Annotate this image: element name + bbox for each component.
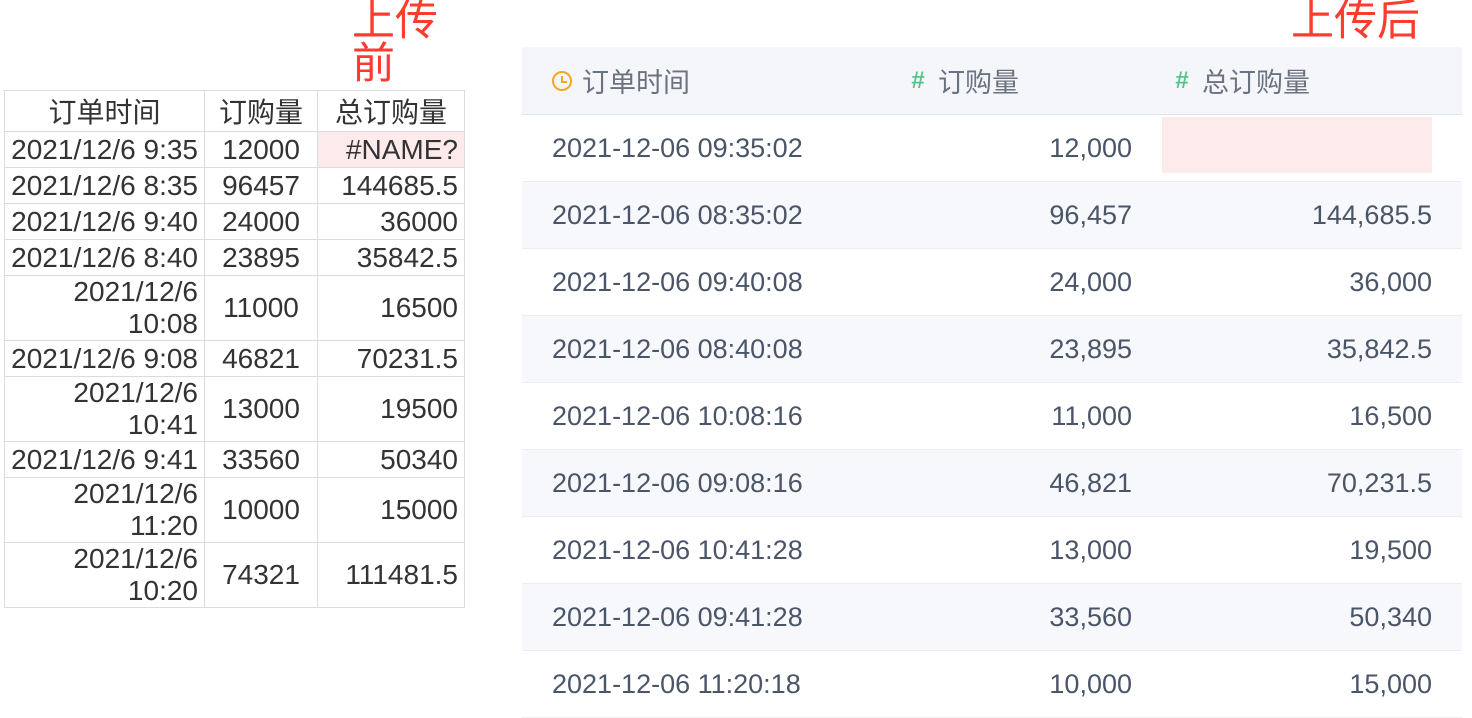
cell-time[interactable]: 2021-12-06 08:35:02	[522, 200, 898, 231]
data-table-header: 订单时间 # 订购量 # 总订购量	[522, 47, 1462, 115]
cell-total[interactable]: 15,000	[1162, 669, 1462, 700]
cell-total[interactable]: 50340	[318, 442, 465, 478]
clock-icon	[552, 71, 572, 91]
cell-qty[interactable]: 12000	[205, 132, 318, 168]
cell-time[interactable]: 2021/12/6 10:20	[5, 543, 205, 608]
table-row: 2021/12/6 9:402400036000	[5, 204, 465, 240]
cell-qty[interactable]: 23,895	[898, 334, 1162, 365]
table-row: 2021/12/6 9:3512000#NAME?	[5, 132, 465, 168]
dt-header-qty-label: 订购量	[938, 61, 1019, 100]
cell-total[interactable]: 36,000	[1162, 267, 1462, 298]
sheet-header-total[interactable]: 总订购量	[318, 91, 465, 132]
sheet-header-time[interactable]: 订单时间	[5, 91, 205, 132]
dt-header-time-label: 订单时间	[582, 61, 690, 100]
cell-qty[interactable]: 96457	[205, 168, 318, 204]
dt-header-total-label: 总订购量	[1202, 61, 1310, 100]
cell-total[interactable]: 35,842.5	[1162, 334, 1462, 365]
cell-total[interactable]: 50,340	[1162, 602, 1462, 633]
cell-qty[interactable]: 13000	[205, 377, 318, 442]
cell-total[interactable]: 144,685.5	[1162, 200, 1462, 231]
cell-qty[interactable]: 23895	[205, 240, 318, 276]
cell-total[interactable]: 111481.5	[318, 543, 465, 608]
cell-time[interactable]: 2021-12-06 08:40:08	[522, 334, 898, 365]
spreadsheet-grid: 订单时间 订购量 总订购量 2021/12/6 9:3512000#NAME?2…	[4, 90, 465, 608]
cell-qty[interactable]: 33560	[205, 442, 318, 478]
cell-qty[interactable]: 46,821	[898, 468, 1162, 499]
after-upload-pane: 上传后 订单时间 # 订购量 # 总订购量 2021-12-06 09:35:0…	[470, 0, 1472, 699]
cell-total[interactable]: 19500	[318, 377, 465, 442]
cell-total[interactable]: 36000	[318, 204, 465, 240]
table-row: 2021/12/6 9:413356050340	[5, 442, 465, 478]
cell-qty[interactable]: 96,457	[898, 200, 1162, 231]
cell-time[interactable]: 2021-12-06 09:35:02	[522, 133, 898, 164]
cell-total[interactable]	[1162, 117, 1462, 180]
table-row: 2021-12-06 09:08:1646,82170,231.5	[522, 450, 1462, 517]
table-row: 2021-12-06 09:40:0824,00036,000	[522, 249, 1462, 316]
cell-time[interactable]: 2021/12/6 8:40	[5, 240, 205, 276]
table-row: 2021/12/6 11:201000015000	[5, 478, 465, 543]
table-row: 2021-12-06 08:35:0296,457144,685.5	[522, 182, 1462, 249]
hash-icon: #	[908, 71, 928, 91]
table-row: 2021/12/6 8:402389535842.5	[5, 240, 465, 276]
cell-time[interactable]: 2021-12-06 11:20:18	[522, 669, 898, 700]
dt-header-total[interactable]: # 总订购量	[1162, 61, 1462, 100]
cell-total[interactable]: 144685.5	[318, 168, 465, 204]
cell-qty[interactable]: 24000	[205, 204, 318, 240]
cell-time[interactable]: 2021-12-06 09:41:28	[522, 602, 898, 633]
cell-total[interactable]: 35842.5	[318, 240, 465, 276]
table-row: 2021/12/6 10:2074321111481.5	[5, 543, 465, 608]
cell-time[interactable]: 2021/12/6 9:41	[5, 442, 205, 478]
cell-qty[interactable]: 12,000	[898, 133, 1162, 164]
cell-total[interactable]: #NAME?	[318, 132, 465, 168]
cell-qty[interactable]: 24,000	[898, 267, 1162, 298]
cell-total[interactable]: 70231.5	[318, 341, 465, 377]
cell-time[interactable]: 2021-12-06 09:40:08	[522, 267, 898, 298]
cell-qty[interactable]: 13,000	[898, 535, 1162, 566]
table-row: 2021/12/6 8:3596457144685.5	[5, 168, 465, 204]
label-before-upload: 上传前	[352, 0, 470, 86]
before-upload-pane: 上传前 订单时间 订购量 总订购量 2021/12/6 9:3512000#NA…	[0, 0, 470, 699]
table-row: 2021-12-06 08:40:0823,89535,842.5	[522, 316, 1462, 383]
data-table: 订单时间 # 订购量 # 总订购量 2021-12-06 09:35:0212,…	[522, 47, 1462, 718]
cell-qty[interactable]: 74321	[205, 543, 318, 608]
cell-qty[interactable]: 10000	[205, 478, 318, 543]
cell-qty[interactable]: 46821	[205, 341, 318, 377]
cell-time[interactable]: 2021-12-06 10:08:16	[522, 401, 898, 432]
dt-header-qty[interactable]: # 订购量	[898, 61, 1162, 100]
cell-time[interactable]: 2021/12/6 9:35	[5, 132, 205, 168]
cell-total[interactable]: 16,500	[1162, 401, 1462, 432]
table-row: 2021-12-06 09:35:0212,000	[522, 115, 1462, 182]
table-row: 2021/12/6 10:411300019500	[5, 377, 465, 442]
sheet-header-qty[interactable]: 订购量	[205, 91, 318, 132]
table-row: 2021/12/6 10:081100016500	[5, 276, 465, 341]
label-after-upload: 上传后	[1291, 0, 1420, 43]
cell-qty[interactable]: 33,560	[898, 602, 1162, 633]
hash-icon: #	[1172, 71, 1192, 91]
cell-total[interactable]: 15000	[318, 478, 465, 543]
dt-header-time[interactable]: 订单时间	[522, 61, 898, 100]
cell-qty[interactable]: 11000	[205, 276, 318, 341]
cell-time[interactable]: 2021/12/6 9:40	[5, 204, 205, 240]
cell-time[interactable]: 2021/12/6 8:35	[5, 168, 205, 204]
table-row: 2021-12-06 10:08:1611,00016,500	[522, 383, 1462, 450]
cell-qty[interactable]: 10,000	[898, 669, 1162, 700]
table-row: 2021/12/6 9:084682170231.5	[5, 341, 465, 377]
cell-time[interactable]: 2021/12/6 9:08	[5, 341, 205, 377]
error-cell	[1162, 117, 1432, 173]
cell-time[interactable]: 2021/12/6 10:41	[5, 377, 205, 442]
cell-total[interactable]: 19,500	[1162, 535, 1462, 566]
table-row: 2021-12-06 09:41:2833,56050,340	[522, 584, 1462, 651]
cell-total[interactable]: 16500	[318, 276, 465, 341]
cell-time[interactable]: 2021/12/6 10:08	[5, 276, 205, 341]
cell-time[interactable]: 2021/12/6 11:20	[5, 478, 205, 543]
cell-time[interactable]: 2021-12-06 09:08:16	[522, 468, 898, 499]
cell-time[interactable]: 2021-12-06 10:41:28	[522, 535, 898, 566]
table-row: 2021-12-06 10:41:2813,00019,500	[522, 517, 1462, 584]
cell-total[interactable]: 70,231.5	[1162, 468, 1462, 499]
table-row: 2021-12-06 11:20:1810,00015,000	[522, 651, 1462, 718]
cell-qty[interactable]: 11,000	[898, 401, 1162, 432]
sheet-header-row: 订单时间 订购量 总订购量	[5, 91, 465, 132]
